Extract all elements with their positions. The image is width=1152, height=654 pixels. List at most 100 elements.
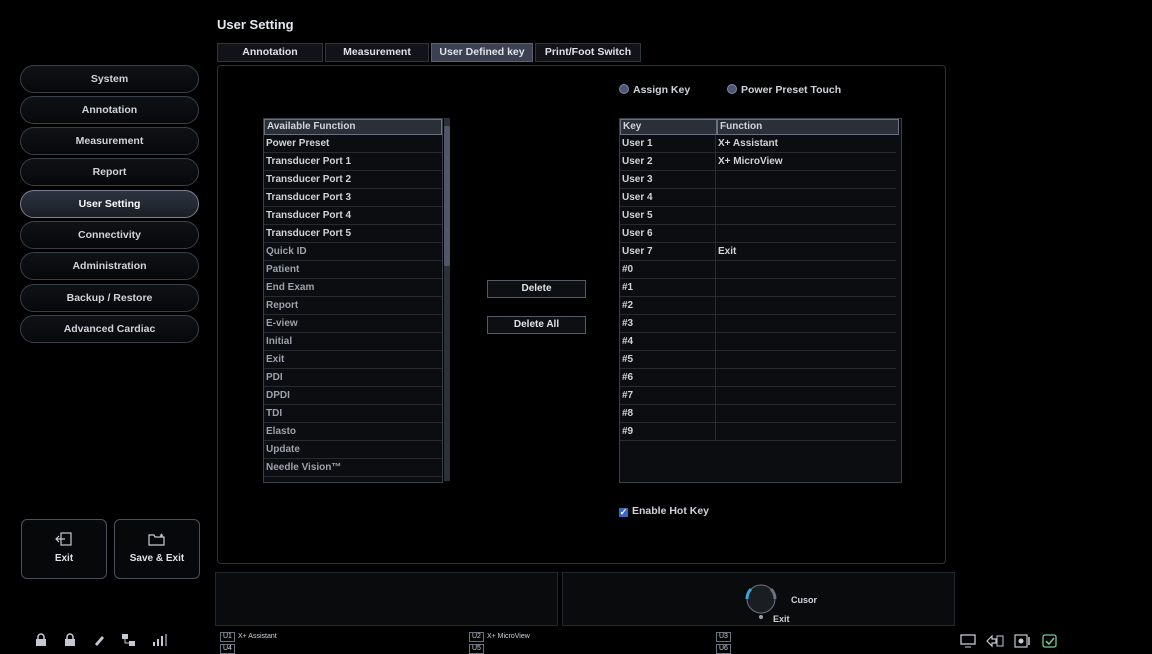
list-item[interactable]: Patient bbox=[264, 261, 442, 279]
exit-label: Exit bbox=[54, 553, 74, 564]
function-cell bbox=[716, 333, 896, 351]
cursor-label: Cusor bbox=[791, 595, 818, 605]
tab-bar: Annotation Measurement User Defined key … bbox=[217, 43, 641, 62]
record-icon bbox=[1014, 634, 1030, 648]
exit-button[interactable]: Exit bbox=[21, 519, 107, 579]
list-item[interactable]: E-view bbox=[264, 315, 442, 333]
list-item[interactable]: Needle Vision™ bbox=[264, 459, 442, 477]
list-item[interactable]: TDI bbox=[264, 405, 442, 423]
list-item[interactable]: Update bbox=[264, 441, 442, 459]
function-cell bbox=[716, 297, 896, 315]
table-row[interactable]: #8 bbox=[620, 405, 901, 423]
list-item[interactable]: Exit bbox=[264, 351, 442, 369]
sidebar-item-backup-restore[interactable]: Backup / Restore bbox=[20, 284, 199, 312]
trackball-exit-label: Exit bbox=[773, 614, 790, 624]
table-row[interactable]: #7 bbox=[620, 387, 901, 405]
function-cell bbox=[716, 225, 896, 243]
key-rows: User 1 X+ Assistant User 2 X+ MicroView User… bbox=[620, 135, 901, 441]
key-cell: User 6 bbox=[620, 225, 716, 243]
tab-annotation[interactable]: Annotation bbox=[217, 43, 323, 62]
available-list-scrollbar[interactable] bbox=[444, 118, 450, 481]
folder-save-icon bbox=[115, 532, 199, 549]
table-row[interactable]: #9 bbox=[620, 423, 901, 441]
function-cell bbox=[716, 171, 896, 189]
radio-icon bbox=[727, 84, 737, 94]
assign-key-radio[interactable]: Assign Key bbox=[619, 84, 690, 96]
list-item[interactable]: Elasto bbox=[264, 423, 442, 441]
exit-icon bbox=[22, 532, 106, 549]
table-row[interactable]: User 1 X+ Assistant bbox=[620, 135, 901, 153]
list-item[interactable]: End Exam bbox=[264, 279, 442, 297]
trackball-box: Cusor Exit bbox=[562, 572, 955, 626]
sidebar-item-advanced-cardiac[interactable]: Advanced Cardiac bbox=[20, 315, 199, 343]
enable-hot-key-checkbox[interactable]: ✓ Enable Hot Key bbox=[619, 505, 709, 517]
assign-key-label: Assign Key bbox=[633, 84, 691, 96]
sidebar-item-measurement[interactable]: Measurement bbox=[20, 127, 199, 155]
table-row[interactable]: #5 bbox=[620, 351, 901, 369]
list-item[interactable]: DPDI bbox=[264, 387, 442, 405]
list-item[interactable]: Quick ID bbox=[264, 243, 442, 261]
lock-icon bbox=[36, 633, 46, 646]
sidebar-item-administration[interactable]: Administration bbox=[20, 252, 199, 280]
list-item[interactable]: Transducer Port 2 bbox=[264, 171, 442, 189]
network-icon bbox=[122, 634, 135, 646]
scroll-thumb[interactable] bbox=[444, 126, 450, 266]
table-header-row: Key Function bbox=[620, 119, 901, 135]
sidebar-item-connectivity[interactable]: Connectivity bbox=[20, 221, 199, 249]
table-row[interactable]: #3 bbox=[620, 315, 901, 333]
table-row[interactable]: #2 bbox=[620, 297, 901, 315]
sidebar-item-annotation[interactable]: Annotation bbox=[20, 96, 199, 124]
user-key-u3: U3 bbox=[716, 632, 734, 642]
key-cell: #4 bbox=[620, 333, 716, 351]
delete-all-button[interactable]: Delete All bbox=[487, 316, 586, 334]
touch-info-box bbox=[215, 572, 558, 626]
available-function-list[interactable]: Available Function Power Preset Transduc… bbox=[263, 118, 443, 483]
table-row[interactable]: User 6 bbox=[620, 225, 901, 243]
tab-user-defined-key[interactable]: User Defined key bbox=[431, 43, 533, 62]
user-key-u2: U2 X+ MicroView bbox=[469, 632, 530, 642]
list-item[interactable]: Report bbox=[264, 297, 442, 315]
function-cell bbox=[716, 279, 896, 297]
list-item[interactable]: Power Preset bbox=[264, 135, 442, 153]
key-function-table[interactable]: Key Function User 1 X+ Assistant User 2 X+ … bbox=[619, 118, 902, 483]
save-exit-label: Save & Exit bbox=[129, 553, 185, 564]
sidebar-item-user-setting[interactable]: User Setting bbox=[20, 190, 199, 218]
key-cell: User 3 bbox=[620, 171, 716, 189]
function-cell bbox=[716, 369, 896, 387]
table-row[interactable]: User 4 bbox=[620, 189, 901, 207]
list-item[interactable]: Transducer Port 3 bbox=[264, 189, 442, 207]
tab-print-foot-switch[interactable]: Print/Foot Switch bbox=[535, 43, 641, 62]
list-item[interactable]: Transducer Port 5 bbox=[264, 225, 442, 243]
list-item[interactable]: PDI bbox=[264, 369, 442, 387]
list-item[interactable]: Transducer Port 1 bbox=[264, 153, 442, 171]
table-row[interactable]: User 5 bbox=[620, 207, 901, 225]
table-row[interactable]: #6 bbox=[620, 369, 901, 387]
user-key-u6: U6 bbox=[716, 644, 734, 654]
table-row[interactable]: User 3 bbox=[620, 171, 901, 189]
table-row[interactable]: #4 bbox=[620, 333, 901, 351]
key-cell: #1 bbox=[620, 279, 716, 297]
table-row[interactable]: User 7 Exit bbox=[620, 243, 901, 261]
sidebar-item-report[interactable]: Report bbox=[20, 158, 199, 186]
function-cell: X+ Assistant bbox=[716, 135, 896, 153]
key-cell: User 5 bbox=[620, 207, 716, 225]
function-cell bbox=[716, 423, 896, 441]
table-row[interactable]: #1 bbox=[620, 279, 901, 297]
sidebar-item-system[interactable]: System bbox=[20, 65, 199, 93]
lock-a-icon bbox=[65, 633, 75, 646]
function-cell bbox=[716, 207, 896, 225]
delete-button[interactable]: Delete bbox=[487, 280, 586, 298]
save-exit-button[interactable]: Save & Exit bbox=[114, 519, 200, 579]
power-preset-touch-radio[interactable]: Power Preset Touch bbox=[727, 84, 841, 96]
list-item[interactable]: Initial bbox=[264, 333, 442, 351]
function-cell bbox=[716, 387, 896, 405]
table-row[interactable]: User 2 X+ MicroView bbox=[620, 153, 901, 171]
table-row[interactable]: #0 bbox=[620, 261, 901, 279]
enable-hot-key-label: Enable Hot Key bbox=[632, 505, 710, 517]
key-cell: #0 bbox=[620, 261, 716, 279]
list-item[interactable]: Transducer Port 4 bbox=[264, 207, 442, 225]
key-cell: User 4 bbox=[620, 189, 716, 207]
user-key-u4: U4 bbox=[220, 644, 238, 654]
column-header-function: Function bbox=[717, 119, 899, 135]
tab-measurement[interactable]: Measurement bbox=[325, 43, 429, 62]
